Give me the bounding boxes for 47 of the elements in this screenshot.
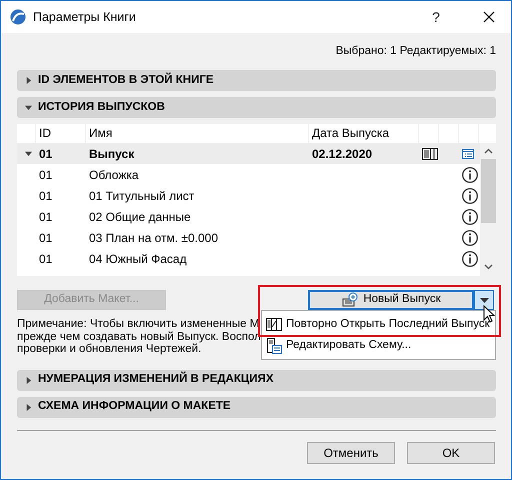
schema-icon <box>266 338 282 354</box>
layout-book-icon[interactable] <box>422 148 438 160</box>
collapse-icon[interactable] <box>25 104 32 111</box>
table-cell: 01 <box>39 252 52 266</box>
table-cell: 01 <box>39 210 52 224</box>
table-cell: 01 <box>39 230 52 244</box>
menu-item[interactable]: Редактировать Схему... <box>262 335 495 356</box>
section-header[interactable]: ИСТОРИЯ ВЫПУСКОВ <box>17 97 496 118</box>
dropdown-button[interactable] <box>474 290 494 310</box>
new-issue-button[interactable]: Новый Выпуск <box>308 290 474 310</box>
window-title: Параметры Книги <box>33 8 137 26</box>
collapse-icon[interactable] <box>24 150 32 157</box>
table-cell: 02.12.2020 <box>312 146 372 160</box>
scroll-up-icon[interactable] <box>484 148 493 154</box>
note-text: проверки и обновления Чертежей. <box>17 343 202 355</box>
help-button[interactable]: ? <box>413 6 459 28</box>
section-header[interactable]: НУМЕРАЦИЯ ИЗМЕНЕНИЙ В РЕДАКЦИЯХ <box>17 370 496 390</box>
new-issue-icon <box>341 292 360 308</box>
properties-icon[interactable] <box>462 148 474 158</box>
app-logo-icon <box>10 9 26 25</box>
table-cell: 04 Южный Фасад <box>89 252 187 266</box>
info-icon[interactable] <box>462 250 478 266</box>
scroll-down-icon[interactable] <box>484 264 493 270</box>
table-cell: 01 Титульный лист <box>89 188 194 202</box>
info-icon[interactable] <box>462 208 478 224</box>
note-text: прежде чем создавать новый Выпуск. Воспол <box>17 330 261 342</box>
section-header[interactable]: ID ЭЛЕМЕНТОВ В ЭТОЙ КНИГЕ <box>17 70 496 91</box>
table-cell: 01 <box>39 188 52 202</box>
table-cell: 02 Общие данные <box>89 210 191 224</box>
expand-icon[interactable] <box>25 77 32 84</box>
cancel-button[interactable]: Отменить <box>307 442 395 464</box>
table-cell: 03 План на отм. ±0.000 <box>89 230 218 244</box>
section-header[interactable]: СХЕМА ИНФОРМАЦИИ О МАКЕТЕ <box>17 396 496 418</box>
layout-book-icon <box>266 316 282 332</box>
expand-icon[interactable] <box>25 404 32 410</box>
table-cell: 01 <box>39 146 52 160</box>
info-icon[interactable] <box>462 188 478 204</box>
table-cell: 01 <box>39 168 52 182</box>
selection-info: Выбрано: 1 Редактируемых: 1 <box>336 45 496 57</box>
table-cell: Выпуск <box>89 146 134 160</box>
close-icon[interactable] <box>483 11 495 23</box>
expand-icon[interactable] <box>25 376 32 384</box>
table-cell: Обложка <box>89 168 139 182</box>
info-icon[interactable] <box>462 230 478 246</box>
ok-button[interactable]: OK <box>407 442 495 464</box>
caret-icon <box>480 298 488 302</box>
info-icon[interactable] <box>462 166 478 182</box>
